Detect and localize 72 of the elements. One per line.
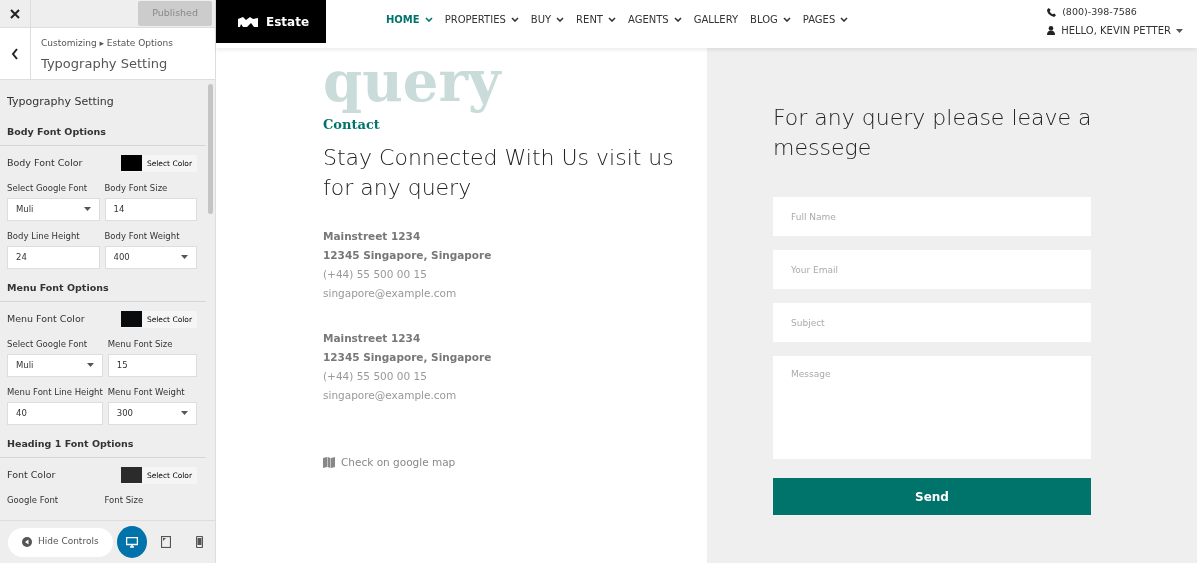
input-field[interactable]: 15 xyxy=(107,353,197,377)
section-heading: Stay Connected With Us visit us for any query xyxy=(323,143,675,202)
mobile-icon xyxy=(196,536,204,548)
input-field[interactable]: Full Name xyxy=(773,197,1091,236)
message-field[interactable]: Message xyxy=(773,356,1091,459)
select-field[interactable]: Muli xyxy=(7,353,103,377)
back-icon[interactable] xyxy=(11,47,19,60)
field-label: Body Line Height xyxy=(7,229,81,243)
input-field[interactable]: 14 xyxy=(104,197,197,221)
phone-number: (+44) 55 500 00 15 xyxy=(323,368,428,384)
caret-icon xyxy=(83,207,91,212)
caret-icon xyxy=(1176,28,1183,33)
caret-icon xyxy=(86,363,94,368)
field-label: Select Google Font xyxy=(7,338,89,351)
field-label: Menu Font Color xyxy=(7,312,85,327)
field-label: Google Font xyxy=(7,494,60,507)
input-field[interactable]: Your Email xyxy=(773,250,1091,289)
field-label: Body Font Color xyxy=(7,156,83,171)
caret-icon xyxy=(181,255,188,260)
nav-link[interactable]: GALLERY xyxy=(693,12,739,27)
field-label: Font Size xyxy=(104,494,145,507)
input-field[interactable]: 40 xyxy=(7,401,103,425)
email-address: singapore@example.com xyxy=(323,387,458,403)
scrollbar-thumb[interactable] xyxy=(208,84,213,214)
user-icon xyxy=(1047,26,1056,36)
field-label: Menu Font Size xyxy=(107,338,174,351)
select-field[interactable]: 300 xyxy=(107,401,197,425)
select-field[interactable]: 400 xyxy=(104,245,197,269)
address-line: Mainstreet 1234 xyxy=(323,330,422,346)
breadcrumb: Customizing ▸ Estate Options xyxy=(41,37,173,50)
caret-icon xyxy=(181,411,188,416)
hide-controls-button[interactable]: Hide Controls xyxy=(8,527,113,557)
address-line: 12345 Singapore, Singapore xyxy=(323,349,493,365)
phone-icon xyxy=(1047,7,1057,17)
input-field[interactable]: Subject xyxy=(773,303,1091,342)
nav-link[interactable]: HOME xyxy=(386,12,433,27)
nav-link[interactable]: BLOG xyxy=(750,12,791,27)
desktop-icon xyxy=(125,536,138,548)
field-label: Select Google Font xyxy=(7,182,89,195)
input-field[interactable]: 24 xyxy=(7,245,100,269)
nav-link[interactable]: AGENTS xyxy=(627,12,682,27)
email-address: singapore@example.com xyxy=(323,285,458,301)
nav-link[interactable]: PAGES xyxy=(802,12,849,27)
group-title: Heading 1 Font Options xyxy=(0,428,206,458)
nav-link[interactable]: RENT xyxy=(576,12,616,27)
nav-link[interactable]: BUY xyxy=(530,12,565,27)
close-icon[interactable] xyxy=(10,8,20,19)
field-label: Body Font Size xyxy=(104,182,169,195)
select-field[interactable]: Muli xyxy=(7,197,100,221)
field-label: Body Font Weight xyxy=(104,229,181,243)
send-button[interactable]: Send xyxy=(773,478,1091,515)
phone-number: (800)-398-7586 xyxy=(1062,5,1137,19)
brand-logo[interactable]: Estate xyxy=(216,0,326,43)
user-menu[interactable]: HELLO, KEVIN PETTER xyxy=(1061,23,1183,39)
nav-link[interactable]: PROPERTIES xyxy=(444,12,519,27)
phone-number: (+44) 55 500 00 15 xyxy=(323,266,428,282)
collapse-icon xyxy=(22,537,32,547)
address-line: Mainstreet 1234 xyxy=(323,228,422,244)
section-eyebrow: Contact xyxy=(323,116,381,135)
map-icon xyxy=(323,457,335,469)
field-label: Menu Font Weight xyxy=(107,385,186,399)
group-title: Menu Font Options xyxy=(0,272,206,302)
form-heading: For any query please leave a messege xyxy=(773,104,1093,162)
desktop-preview-button[interactable] xyxy=(116,526,147,558)
field-label: Menu Font Line Height xyxy=(7,385,103,399)
panel-title: Typography Setting xyxy=(41,54,169,73)
map-link[interactable]: Check on google map xyxy=(323,454,707,471)
address-line: 12345 Singapore, Singapore xyxy=(323,247,493,263)
group-title: Body Font Options xyxy=(0,116,206,146)
tablet-icon xyxy=(160,536,171,548)
field-label: Font Color xyxy=(7,468,56,483)
section-title: Typography Setting xyxy=(6,94,115,110)
